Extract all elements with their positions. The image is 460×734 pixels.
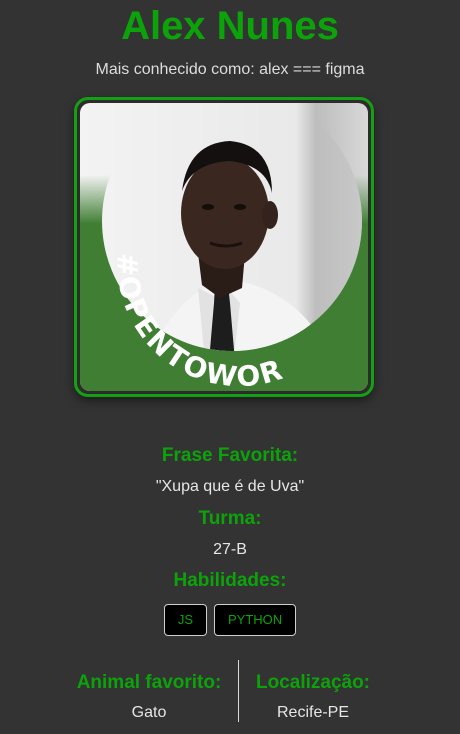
profile-photo-frame: #OPENTOWORK (74, 97, 374, 397)
skill-js-button[interactable]: JS (163, 604, 207, 636)
skills-list: JS PYTHON (0, 604, 460, 636)
favorite-phrase-value: "Xupa que é de Uva" (155, 478, 305, 495)
profile-name: Alex Nunes (121, 4, 339, 48)
class-value: 27-B (213, 541, 247, 558)
favorite-animal: Animal favorito: Gato (70, 672, 228, 722)
location-value: Recife-PE (276, 704, 350, 721)
class-label: Turma: (198, 508, 262, 529)
location: Localização: Recife-PE (248, 672, 378, 722)
favorite-animal-label: Animal favorito: (76, 672, 222, 693)
column-divider (238, 660, 239, 722)
favorite-phrase-label: Frase Favorita: (161, 445, 299, 466)
profile-subtitle: Mais conhecido como: alex === figma (95, 61, 365, 78)
favorite-animal-value: Gato (131, 704, 167, 721)
skills-label: Habilidades: (173, 570, 287, 591)
profile-photo: #OPENTOWORK (80, 103, 368, 391)
skill-python-button[interactable]: PYTHON (214, 604, 297, 636)
location-label: Localização: (255, 672, 371, 693)
